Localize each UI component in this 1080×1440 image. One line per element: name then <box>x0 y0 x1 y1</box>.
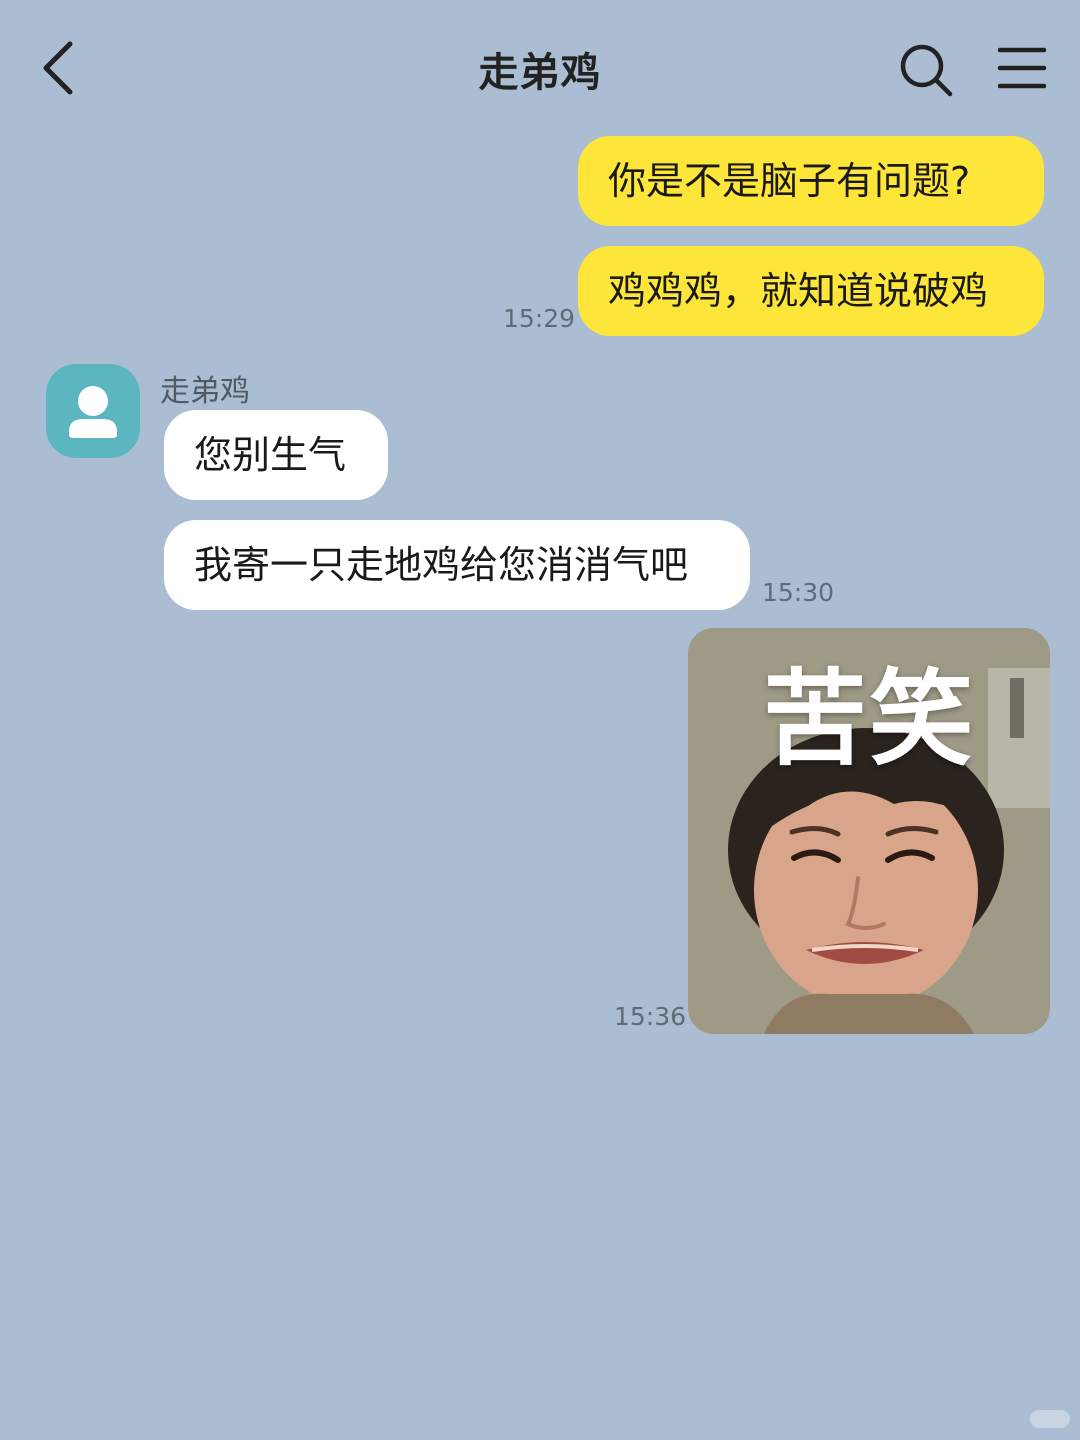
message-text: 你是不是脑子有问题? <box>608 159 971 203</box>
message-timestamp: 15:30 <box>762 578 835 607</box>
message-text: 您别生气 <box>194 433 347 477</box>
message-bubble-sent[interactable]: 鸡鸡鸡，就知道说破鸡 <box>578 246 1044 336</box>
sticker-message[interactable]: 苦笑 <box>688 628 1050 1034</box>
chat-header: 走弟鸡 <box>0 0 1080 130</box>
message-timestamp: 15:29 <box>503 304 576 333</box>
message-bubble-received[interactable]: 我寄一只走地鸡给您消消气吧 <box>164 520 750 610</box>
user-icon <box>69 386 117 438</box>
message-bubble-sent[interactable]: 你是不是脑子有问题? <box>578 136 1044 226</box>
message-text: 鸡鸡鸡，就知道说破鸡 <box>608 269 989 313</box>
message-text: 我寄一只走地鸡给您消消气吧 <box>194 543 689 587</box>
watermark <box>1030 1410 1070 1428</box>
sender-name: 走弟鸡 <box>160 374 250 409</box>
message-bubble-received[interactable]: 您别生气 <box>164 410 388 500</box>
menu-icon <box>997 47 1047 89</box>
search-button[interactable] <box>896 40 956 100</box>
avatar[interactable] <box>46 364 140 458</box>
message-timestamp: 15:36 <box>614 1002 687 1031</box>
menu-button[interactable] <box>996 44 1048 92</box>
sticker-caption: 苦笑 <box>762 658 975 780</box>
search-icon <box>900 44 953 97</box>
